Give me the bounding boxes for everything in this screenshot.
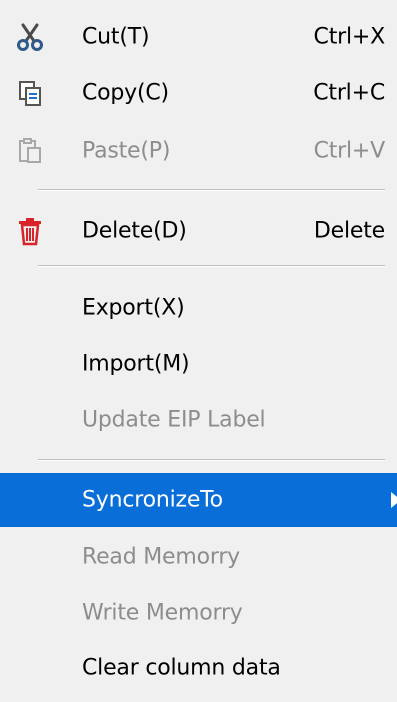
menu-item-syncronize-to[interactable]: SyncronizeTo xyxy=(0,473,397,527)
menu-item-clear-column-data[interactable]: Clear column data xyxy=(0,640,397,696)
menu-item-shortcut: Ctrl+C xyxy=(313,80,385,106)
menu-separator xyxy=(38,459,385,461)
menu-item-label: Copy(C) xyxy=(82,80,169,106)
menu-item-read-memory[interactable]: Read Memorry xyxy=(0,529,397,585)
scissors-icon xyxy=(10,17,50,57)
menu-separator xyxy=(38,265,385,267)
menu-item-copy[interactable]: Copy(C) Ctrl+C xyxy=(0,65,397,121)
menu-item-label: Clear column data xyxy=(82,655,281,681)
menu-item-label: Paste(P) xyxy=(82,138,171,164)
menu-item-label: SyncronizeTo xyxy=(82,487,223,513)
menu-item-delete[interactable]: Delete(D) Delete xyxy=(0,203,397,259)
menu-item-update-eip-label[interactable]: Update EIP Label xyxy=(0,392,397,448)
menu-item-label: Import(M) xyxy=(82,351,190,377)
menu-item-label: Read Memorry xyxy=(82,544,241,570)
context-menu: Cut(T) Ctrl+X Copy(C) Ctrl+C Paste(P) Ct… xyxy=(0,0,397,702)
menu-item-label: Export(X) xyxy=(82,295,185,321)
trash-icon xyxy=(10,211,50,251)
menu-item-label: Delete(D) xyxy=(82,218,187,244)
submenu-arrow-icon xyxy=(391,492,397,508)
menu-item-write-memory[interactable]: Write Memorry xyxy=(0,585,397,641)
menu-item-shortcut: Ctrl+V xyxy=(313,138,386,164)
menu-item-label: Write Memorry xyxy=(82,600,243,626)
menu-item-shortcut: Ctrl+X xyxy=(313,24,386,50)
menu-item-export[interactable]: Export(X) xyxy=(0,280,397,336)
menu-item-shortcut: Delete xyxy=(313,218,385,244)
menu-item-paste[interactable]: Paste(P) Ctrl+V xyxy=(0,123,397,179)
menu-item-label: Cut(T) xyxy=(82,24,150,50)
menu-item-import[interactable]: Import(M) xyxy=(0,336,397,392)
menu-item-cut[interactable]: Cut(T) Ctrl+X xyxy=(0,9,397,65)
paste-icon xyxy=(10,131,50,171)
menu-item-label: Update EIP Label xyxy=(82,407,266,433)
copy-icon xyxy=(10,73,50,113)
menu-separator xyxy=(38,189,385,191)
